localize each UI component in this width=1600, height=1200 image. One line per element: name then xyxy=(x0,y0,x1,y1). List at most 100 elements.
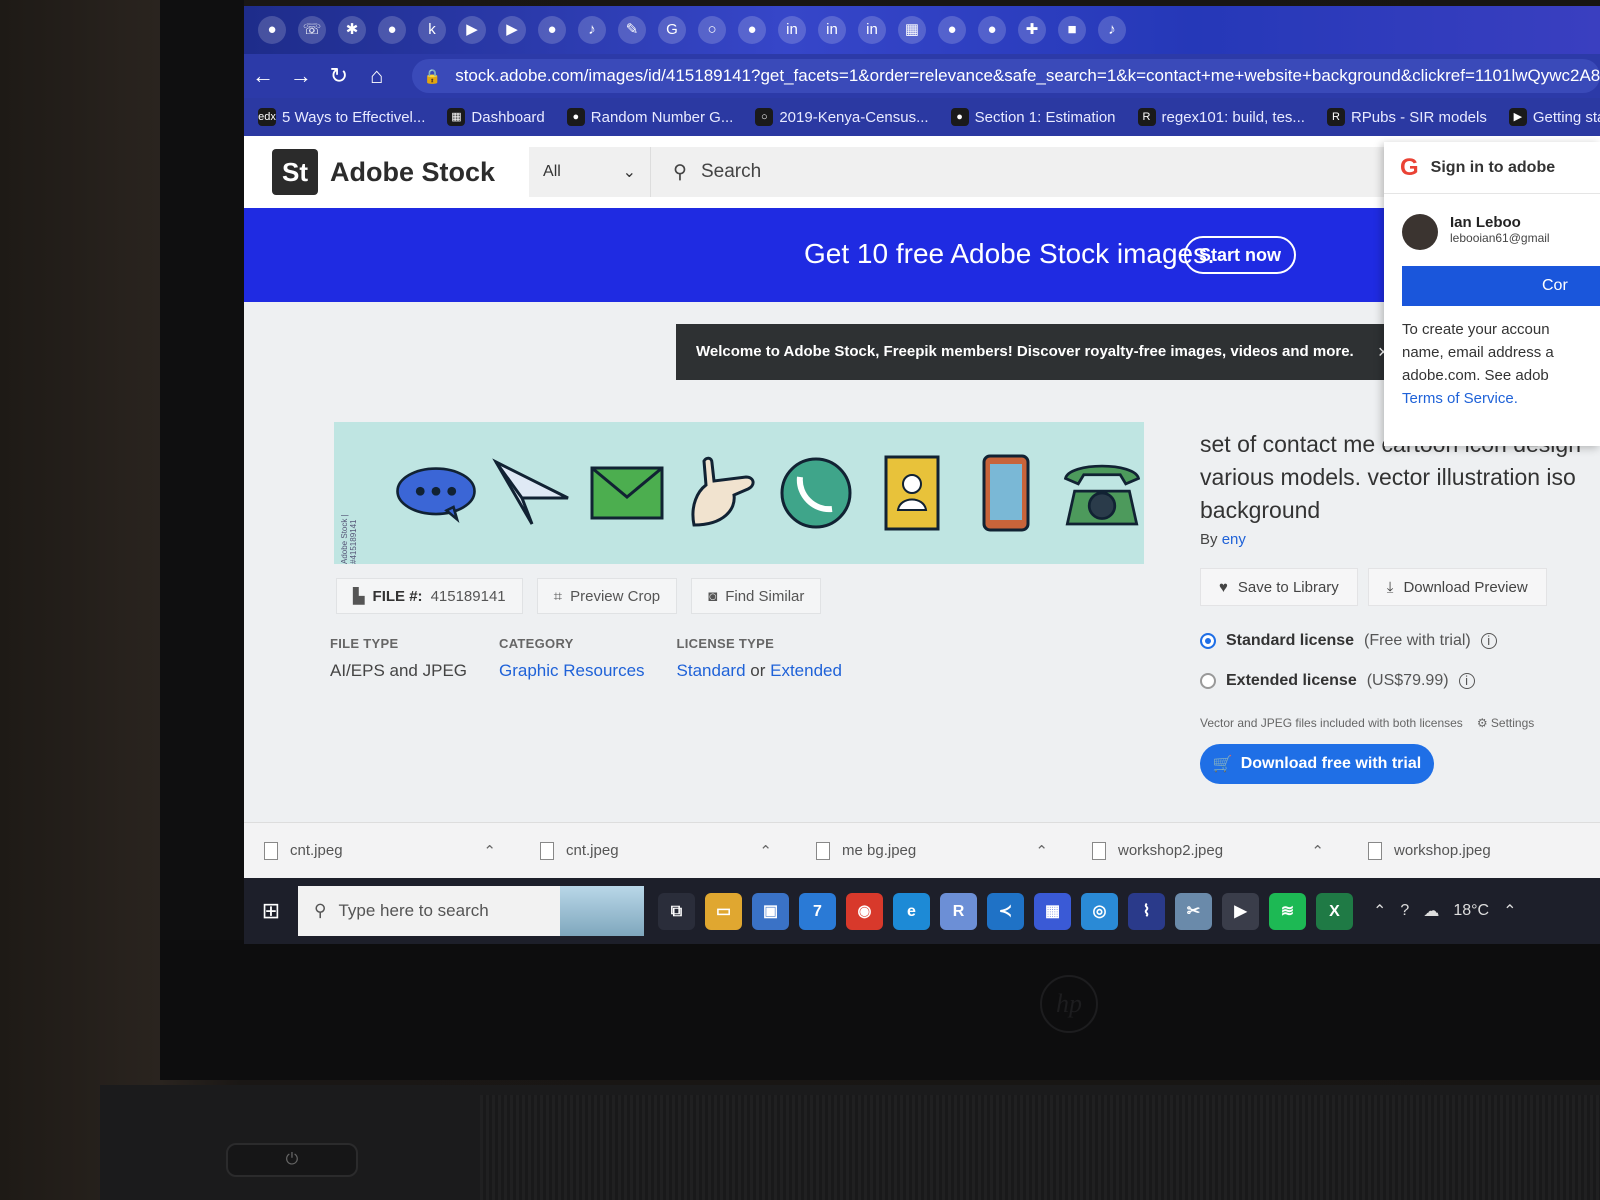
tab-favicon-icon[interactable]: ● xyxy=(738,16,766,44)
back-icon[interactable]: ← xyxy=(244,63,282,89)
mail-icon[interactable]: 7 xyxy=(799,892,836,930)
spotify-icon[interactable]: ≋ xyxy=(1269,892,1306,930)
save-to-library-button[interactable]: ♥ Save to Library xyxy=(1200,568,1358,606)
asset-type-select[interactable]: All ⌄ xyxy=(529,147,652,197)
welcome-toast: Welcome to Adobe Stock, Freepik members!… xyxy=(676,324,1396,380)
help-icon[interactable]: ? xyxy=(1400,902,1409,920)
asset-metadata: FILE TYPE AI/EPS and JPEG CATEGORY Graph… xyxy=(330,636,842,681)
image-preview[interactable]: Adobe Stock | #415189141 xyxy=(334,422,1144,564)
home-icon[interactable]: ⌂ xyxy=(358,63,396,89)
calculator-icon[interactable]: ▦ xyxy=(1034,892,1071,930)
bookmark-item[interactable]: edx 5 Ways to Effectivel... xyxy=(258,108,425,126)
chevron-up-icon[interactable]: ⌃ xyxy=(1311,842,1324,860)
category-link[interactable]: Graphic Resources xyxy=(499,661,645,680)
bookmark-item[interactable]: ● Section 1: Estimation xyxy=(950,108,1116,126)
hp-logo-icon: hp xyxy=(1040,975,1098,1033)
chart-app-icon[interactable]: ⌇ xyxy=(1128,892,1165,930)
search-highlight-image[interactable] xyxy=(560,886,644,936)
tab-favicon-icon[interactable]: ● xyxy=(258,16,286,44)
linkedin-icon[interactable]: in xyxy=(778,16,806,44)
continue-button[interactable]: Cor xyxy=(1402,266,1600,306)
download-item[interactable]: cnt.jpeg ⌃ xyxy=(520,841,796,860)
whatsapp-icon[interactable]: ☏ xyxy=(298,16,326,44)
tab-favicon-icon[interactable]: ● xyxy=(378,16,406,44)
tab-favicon-icon[interactable]: ● xyxy=(538,16,566,44)
tab-favicon-icon[interactable]: ♪ xyxy=(1098,16,1126,44)
task-view-icon[interactable]: ⧉ xyxy=(658,892,695,930)
find-similar-button[interactable]: ◙ Find Similar xyxy=(691,578,822,614)
tab-favicon-icon[interactable]: k xyxy=(418,16,446,44)
bookmark-item[interactable]: R RPubs - SIR models xyxy=(1326,108,1487,126)
taskbar-search-input[interactable]: ⚲ Type here to search xyxy=(298,886,560,936)
vscode-icon[interactable]: ≺ xyxy=(987,892,1024,930)
download-free-trial-button[interactable]: 🛒 Download free with trial xyxy=(1200,744,1434,784)
bookmark-item[interactable]: ● Random Number G... xyxy=(566,108,733,126)
info-icon[interactable]: i xyxy=(1480,633,1497,649)
brand-name[interactable]: Adobe Stock xyxy=(330,157,495,188)
download-preview-button[interactable]: ⤓ Download Preview xyxy=(1367,568,1547,606)
weather-icon[interactable]: ☁ xyxy=(1423,901,1439,921)
terms-link[interactable]: Terms of Service. xyxy=(1402,387,1600,410)
settings-link[interactable]: ⚙ Settings xyxy=(1477,716,1534,730)
start-now-button[interactable]: Start now xyxy=(1184,236,1296,274)
author-link[interactable]: eny xyxy=(1222,531,1246,548)
tab-favicon-icon[interactable]: ✚ xyxy=(1018,16,1046,44)
github-icon[interactable]: ○ xyxy=(698,16,726,44)
download-item[interactable]: workshop2.jpeg ⌃ xyxy=(1072,841,1348,860)
forward-icon[interactable]: → xyxy=(282,63,320,89)
tab-favicon-icon[interactable]: ● xyxy=(938,16,966,44)
tab-favicon-icon[interactable]: ▦ xyxy=(898,16,926,44)
linkedin-icon[interactable]: in xyxy=(818,16,846,44)
download-item[interactable]: me bg.jpeg ⌃ xyxy=(796,841,1072,860)
chevron-up-icon[interactable]: ⌃ xyxy=(1035,842,1048,860)
snipping-tool-icon[interactable]: ✂ xyxy=(1175,892,1212,930)
reload-icon[interactable]: ↻ xyxy=(320,63,358,89)
r-icon[interactable]: R xyxy=(940,892,977,930)
download-item[interactable]: workshop.jpeg xyxy=(1348,841,1600,860)
download-item[interactable]: cnt.jpeg ⌃ xyxy=(244,841,520,860)
bookmark-item[interactable]: ▦ Dashboard xyxy=(447,108,545,126)
chevron-up-icon[interactable]: ⌃ xyxy=(759,842,772,860)
chevron-down-icon: ⌄ xyxy=(622,164,637,181)
tab-favicon-icon[interactable]: ■ xyxy=(1058,16,1086,44)
adobe-stock-logo[interactable]: St xyxy=(272,149,318,195)
store-icon[interactable]: ▣ xyxy=(752,892,789,930)
bookmark-item[interactable]: ○ 2019-Kenya-Census... xyxy=(755,108,929,126)
google-icon[interactable]: G xyxy=(658,16,686,44)
file-icon xyxy=(1092,841,1106,860)
info-icon[interactable]: i xyxy=(1458,673,1475,689)
google-account[interactable]: Ian Leboo lebooian61@gmail xyxy=(1384,194,1600,250)
preview-crop-button[interactable]: ⌗ Preview Crop xyxy=(536,578,678,614)
chevron-up-icon[interactable]: ⌃ xyxy=(483,842,496,860)
extended-license-option[interactable]: Extended license (US$79.99) i xyxy=(1200,672,1475,690)
media-player-icon[interactable]: ▶ xyxy=(1222,892,1259,930)
chevron-up-icon[interactable]: ⌃ xyxy=(1503,901,1516,921)
standard-license-radio[interactable] xyxy=(1200,633,1216,649)
search-input[interactable]: ⚲ Search xyxy=(651,147,1412,197)
bookmark-item[interactable]: Rregex101: build, tes... xyxy=(1137,108,1305,126)
tab-favicon-icon[interactable]: ✱ xyxy=(338,16,366,44)
tab-favicon-icon[interactable]: ♪ xyxy=(578,16,606,44)
tab-favicon-icon[interactable]: ● xyxy=(978,16,1006,44)
standard-license-link[interactable]: Standard xyxy=(677,661,746,680)
excel-icon[interactable]: X xyxy=(1316,892,1353,930)
globe-icon[interactable]: ◎ xyxy=(1081,892,1118,930)
linkedin-icon[interactable]: in xyxy=(858,16,886,44)
power-button-icon[interactable]: ⏻ xyxy=(226,1143,358,1177)
tab-favicon-icon[interactable]: ✎ xyxy=(618,16,646,44)
extended-license-radio[interactable] xyxy=(1200,673,1216,689)
url-field[interactable]: 🔒 stock.adobe.com/images/id/415189141?ge… xyxy=(411,59,1600,93)
windows-start-icon[interactable]: ⊞ xyxy=(244,878,298,944)
temperature[interactable]: 18°C xyxy=(1453,902,1489,920)
envelope-icon xyxy=(587,451,668,535)
edge-icon[interactable]: e xyxy=(893,892,930,930)
standard-license-option[interactable]: Standard license (Free with trial) i xyxy=(1200,632,1497,650)
tab-favicon-icon[interactable]: ▶ xyxy=(458,16,486,44)
asset-title-area: set of contact me cartoon icon design va… xyxy=(1200,428,1600,548)
bookmark-item[interactable]: ▶Getting started xyxy=(1508,108,1600,126)
extended-license-link[interactable]: Extended xyxy=(770,661,842,680)
file-explorer-icon[interactable]: ▭ xyxy=(705,892,742,930)
tray-overflow-icon[interactable]: ⌃ xyxy=(1373,901,1386,921)
tab-favicon-icon[interactable]: ▶ xyxy=(498,16,526,44)
chrome-icon[interactable]: ◉ xyxy=(846,892,883,930)
